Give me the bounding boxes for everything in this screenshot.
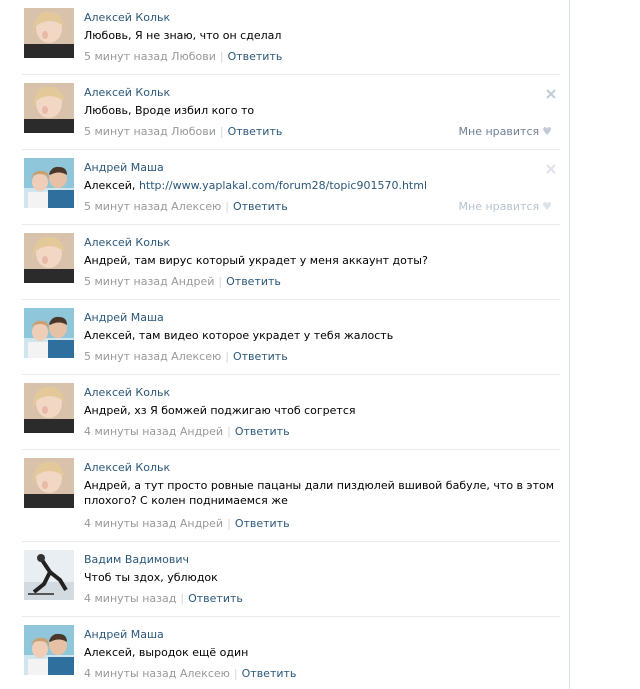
avatar[interactable]	[24, 458, 74, 508]
comment-text: Любовь, Вроде избил кого то	[84, 104, 255, 117]
comment-item: Андрей Маша Алексей, http://www.yaplakal…	[0, 150, 568, 225]
heart-icon: ♥	[542, 125, 552, 138]
avatar[interactable]	[24, 8, 74, 58]
avatar[interactable]	[24, 308, 74, 358]
reply-link[interactable]: Ответить	[242, 667, 297, 680]
comment-text: Чтоб ты здох, ублюдок	[84, 571, 218, 584]
comment-time[interactable]: 4 минуты назад	[84, 592, 176, 605]
avatar[interactable]	[24, 158, 74, 208]
comment-meta: 5 минут назад Любови | Ответить	[84, 125, 282, 138]
divider: |	[219, 50, 224, 63]
comment-time[interactable]: 5 минут назад Андрей	[84, 275, 214, 288]
reply-link[interactable]: Ответить	[233, 200, 288, 213]
comment-text: Алексей, http://www.yaplakal.com/forum28…	[84, 178, 554, 193]
comment-meta: 4 минуты назад | Ответить	[84, 592, 243, 605]
reply-link[interactable]: Ответить	[235, 425, 290, 438]
comment-author[interactable]: Алексей Кольк	[84, 461, 170, 474]
comment-item: Алексей Кольк Андрей, хз Я бомжей поджиг…	[0, 375, 568, 450]
comment-item: Алексей Кольк Любовь, Я не знаю, что он …	[0, 0, 568, 75]
comment-author[interactable]: Андрей Маша	[84, 161, 164, 174]
column-border	[569, 0, 570, 689]
comment-meta: 5 минут назад Алексею | Ответить	[84, 200, 288, 213]
comment-time[interactable]: 4 минуты назад Андрей	[84, 425, 223, 438]
comment-time[interactable]: 4 минуты назад Андрей	[84, 517, 223, 530]
divider: |	[233, 667, 238, 680]
comment-text: Алексей, выродок ещё один	[84, 646, 249, 659]
comment-item: Андрей Маша Алексей, там видео которое у…	[0, 300, 568, 375]
close-icon[interactable]	[546, 89, 556, 99]
divider: |	[218, 275, 223, 288]
reply-link[interactable]: Ответить	[235, 517, 290, 530]
reply-link[interactable]: Ответить	[228, 50, 283, 63]
avatar[interactable]	[24, 83, 74, 133]
reply-link[interactable]: Ответить	[228, 125, 283, 138]
divider: |	[180, 592, 185, 605]
divider: |	[225, 350, 229, 363]
close-icon[interactable]	[546, 164, 556, 174]
comment-author[interactable]: Алексей Кольк	[84, 86, 170, 99]
comment-text: Андрей, там вирус который украдет у меня…	[84, 254, 428, 267]
like-label: Мне нравится	[458, 200, 540, 213]
comment-text: Андрей, а тут просто ровные пацаны дали …	[84, 479, 555, 507]
like-button[interactable]: Мне нравится ♥	[459, 200, 552, 213]
avatar[interactable]	[24, 550, 74, 600]
comment-author[interactable]: Андрей Маша	[84, 628, 164, 641]
comment-author[interactable]: Алексей Кольк	[84, 11, 170, 24]
comment-meta: 5 минут назад Алексею | Ответить	[84, 350, 288, 363]
comment-meta: 4 минуты назад Алексею | Ответить	[84, 667, 296, 680]
comment-meta: 5 минут назад Любови | Ответить	[84, 50, 282, 63]
comment-item: Вадим Вадимович Чтоб ты здох, ублюдок 4 …	[0, 542, 568, 617]
like-button[interactable]: Мне нравится ♥	[459, 125, 552, 138]
comment-time[interactable]: 5 минут назад Алексею	[84, 200, 221, 213]
avatar[interactable]	[24, 625, 74, 675]
text-prefix: Алексей,	[84, 179, 139, 192]
comment-item: Алексей Кольк Любовь, Вроде избил кого т…	[0, 75, 568, 150]
comment-text: Алексей, там видео которое украдет у теб…	[84, 329, 394, 342]
comment-time[interactable]: 5 минут назад Любови	[84, 125, 216, 138]
comment-text: Андрей, хз Я бомжей поджигаю чтоб согрет…	[84, 404, 356, 417]
avatar[interactable]	[24, 383, 74, 433]
comment-time[interactable]: 4 минуты назад Алексею	[84, 667, 230, 680]
comment-time[interactable]: 5 минут назад Любови	[84, 50, 216, 63]
like-label: Мне нравится	[458, 125, 540, 138]
comment-item: Алексей Кольк Андрей, а тут просто ровны…	[0, 450, 568, 542]
comment-author[interactable]: Алексей Кольк	[84, 386, 170, 399]
comment-author[interactable]: Вадим Вадимович	[84, 553, 189, 566]
comment-item: Андрей Маша Алексей, выродок ещё один 4 …	[0, 617, 568, 689]
divider: |	[227, 425, 231, 438]
comment-meta: 4 минуты назад Андрей | Ответить	[84, 425, 290, 438]
reply-link[interactable]: Ответить	[226, 275, 281, 288]
comment-time[interactable]: 5 минут назад Алексею	[84, 350, 221, 363]
comment-meta: 5 минут назад Андрей | Ответить	[84, 275, 281, 288]
reply-link[interactable]: Ответить	[188, 592, 243, 605]
comment-item: Алексей Кольк Андрей, там вирус который …	[0, 225, 568, 300]
divider: |	[219, 125, 224, 138]
comment-author[interactable]: Алексей Кольк	[84, 236, 170, 249]
reply-link[interactable]: Ответить	[233, 350, 288, 363]
divider: |	[225, 200, 229, 213]
heart-icon: ♥	[542, 200, 552, 213]
avatar[interactable]	[24, 233, 74, 283]
comment-author[interactable]: Андрей Маша	[84, 311, 164, 324]
comment-text: Любовь, Я не знаю, что он сделал	[84, 29, 282, 42]
comment-meta: 4 минуты назад Андрей | Ответить	[84, 517, 290, 530]
external-link[interactable]: http://www.yaplakal.com/forum28/topic901…	[139, 179, 427, 192]
divider: |	[227, 517, 231, 530]
